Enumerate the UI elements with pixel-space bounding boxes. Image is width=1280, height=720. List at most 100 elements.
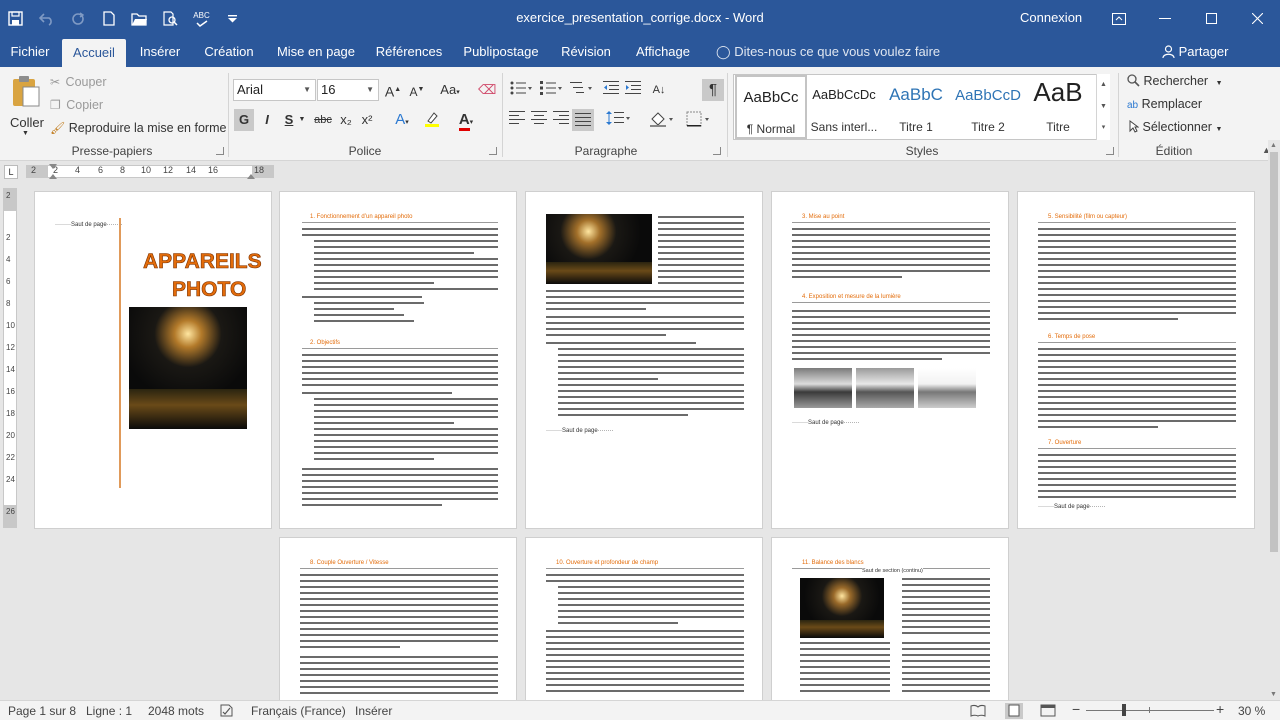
page-4[interactable]: 3. Mise au point 4. Exposition et mesure… (771, 191, 1009, 529)
fireworks-image (546, 214, 652, 284)
document-canvas[interactable]: ········Saut de page········ APPAREILS P… (20, 181, 1268, 700)
zoom-in-button[interactable]: + (1216, 701, 1224, 717)
tab-revision[interactable]: Révision (556, 37, 616, 67)
share-button[interactable]: Partager (1162, 37, 1229, 67)
word-count[interactable]: 2048 mots (148, 704, 204, 718)
indent-marker-icon[interactable] (49, 164, 57, 169)
text-line (314, 416, 498, 418)
page-2[interactable]: 1. Fonctionnement d’un appareil photo 2.… (279, 191, 517, 529)
tab-references[interactable]: Références (370, 37, 448, 67)
style-normal[interactable]: AaBbCc ¶ Normal (735, 75, 807, 139)
align-right-icon[interactable] (552, 111, 570, 129)
scroll-down-icon[interactable]: ▼ (1270, 691, 1277, 698)
bold-button[interactable]: G (234, 109, 254, 131)
print-layout-icon[interactable] (1005, 703, 1023, 719)
borders-icon[interactable] (684, 111, 712, 129)
font-launcher-icon[interactable] (489, 147, 497, 155)
minimize-icon[interactable] (1142, 0, 1188, 37)
scroll-up-icon[interactable]: ▲ (1270, 142, 1277, 149)
cut-button[interactable]: ✂ Couper (50, 75, 107, 89)
proofing-icon[interactable] (220, 704, 234, 720)
tab-publipostage[interactable]: Publipostage (458, 37, 544, 67)
tell-me-box[interactable]: ◯ Dites-nous ce que vous voulez faire (716, 37, 940, 67)
highlight-icon[interactable] (420, 111, 444, 129)
tab-fichier[interactable]: Fichier (0, 37, 60, 67)
styles-launcher-icon[interactable] (1106, 147, 1114, 155)
style-title[interactable]: AaB Titre (1022, 75, 1094, 139)
replace-button[interactable]: ab Remplacer (1127, 97, 1202, 111)
format-painter-button[interactable]: 🖌 Reproduire la mise en forme (50, 121, 226, 135)
chevron-up-icon[interactable]: ▲ (1097, 74, 1110, 96)
sort-icon[interactable]: A↓ (650, 81, 668, 99)
multilevel-list-icon[interactable] (568, 81, 594, 99)
increase-indent-icon[interactable] (624, 81, 642, 99)
grow-font-icon[interactable]: A▲ (384, 81, 402, 100)
page-5[interactable]: 5. Sensibilité (film ou capteur) 6. Temp… (1017, 191, 1255, 529)
tab-selector-icon[interactable]: L (4, 165, 18, 179)
scroll-thumb[interactable] (1270, 152, 1278, 552)
zoom-level[interactable]: 30 % (1238, 704, 1265, 718)
page-7[interactable]: 10. Ouverture et profondeur de champ (525, 537, 763, 700)
paragraph-launcher-icon[interactable] (713, 147, 721, 155)
find-button[interactable]: Rechercher ▼ (1127, 74, 1223, 88)
strikethrough-button[interactable]: abc (311, 111, 335, 129)
text-line (1038, 448, 1236, 449)
indent-marker-icon[interactable] (247, 174, 255, 179)
text-line (546, 690, 744, 692)
close-icon[interactable] (1234, 0, 1280, 37)
zoom-slider-thumb[interactable] (1122, 704, 1126, 716)
bullets-icon[interactable] (508, 81, 534, 99)
zoom-slider[interactable] (1086, 704, 1214, 716)
italic-button[interactable]: I (258, 111, 276, 129)
underline-button[interactable]: S (280, 111, 298, 129)
insert-mode[interactable]: Insérer (355, 704, 392, 718)
style-no-spacing[interactable]: AaBbCcDc Sans interl... (808, 75, 880, 139)
page-3[interactable]: ········Saut de page········ (525, 191, 763, 529)
copy-button[interactable]: ❐ Copier (50, 98, 103, 112)
clear-formatting-icon[interactable]: ⌫ (478, 81, 496, 99)
language[interactable]: Français (France) (251, 704, 346, 718)
paste-button[interactable]: Coller ▼ (8, 75, 44, 137)
shading-icon[interactable] (648, 111, 676, 129)
subscript-button[interactable]: x₂ (337, 111, 355, 129)
font-color-icon[interactable]: A▾ (454, 111, 478, 131)
tab-accueil[interactable]: Accueil (62, 39, 126, 67)
font-name-combo[interactable]: Arial ▼ (233, 79, 316, 101)
sign-in-link[interactable]: Connexion (1020, 10, 1082, 25)
align-left-icon[interactable] (508, 111, 526, 129)
vertical-scrollbar[interactable]: ▲ ▼ (1268, 140, 1280, 700)
tab-creation[interactable]: Création (196, 37, 262, 67)
page-6[interactable]: 8. Couple Ouverture / Vitesse (279, 537, 517, 700)
decrease-indent-icon[interactable] (602, 81, 620, 99)
tab-inserer[interactable]: Insérer (130, 37, 190, 67)
style-heading-1[interactable]: AaBbC Titre 1 (880, 75, 952, 139)
page-count[interactable]: Page 1 sur 8 (8, 704, 76, 718)
select-button[interactable]: Sélectionner ▼ (1129, 120, 1222, 134)
chevron-down-icon[interactable]: ▼ (297, 111, 307, 129)
line-spacing-icon[interactable] (604, 111, 632, 129)
style-heading-2[interactable]: AaBbCcD Titre 2 (952, 75, 1024, 139)
shrink-font-icon[interactable]: A▼ (408, 81, 426, 99)
justify-icon[interactable] (572, 109, 594, 131)
show-formatting-marks-button[interactable]: ¶ (702, 79, 724, 101)
zoom-out-button[interactable]: − (1072, 701, 1080, 717)
tab-affichage[interactable]: Affichage (628, 37, 698, 67)
superscript-button[interactable]: x² (358, 111, 376, 129)
ribbon-display-options-icon[interactable] (1096, 0, 1142, 37)
change-case-icon[interactable]: Aa▾ (436, 81, 464, 99)
font-size-combo[interactable]: 16 ▼ (317, 79, 379, 101)
align-center-icon[interactable] (530, 111, 548, 129)
more-styles-icon[interactable]: ▾ (1097, 118, 1110, 138)
page-1[interactable]: ········Saut de page········ APPAREILS P… (34, 191, 272, 529)
read-mode-icon[interactable] (970, 704, 986, 720)
page-8[interactable]: 11. Balance des blancs Saut de section (… (771, 537, 1009, 700)
tab-mise-en-page[interactable]: Mise en page (272, 37, 360, 67)
chevron-down-icon[interactable]: ▼ (1097, 96, 1110, 118)
web-layout-icon[interactable] (1040, 704, 1056, 720)
text-effects-icon[interactable]: A▾ (390, 111, 414, 129)
indent-marker-icon[interactable] (49, 174, 57, 179)
clipboard-launcher-icon[interactable] (216, 147, 224, 155)
numbering-icon[interactable] (538, 81, 564, 99)
styles-scroll[interactable]: ▲ ▼ ▾ (1096, 74, 1110, 140)
maximize-icon[interactable] (1188, 0, 1234, 37)
